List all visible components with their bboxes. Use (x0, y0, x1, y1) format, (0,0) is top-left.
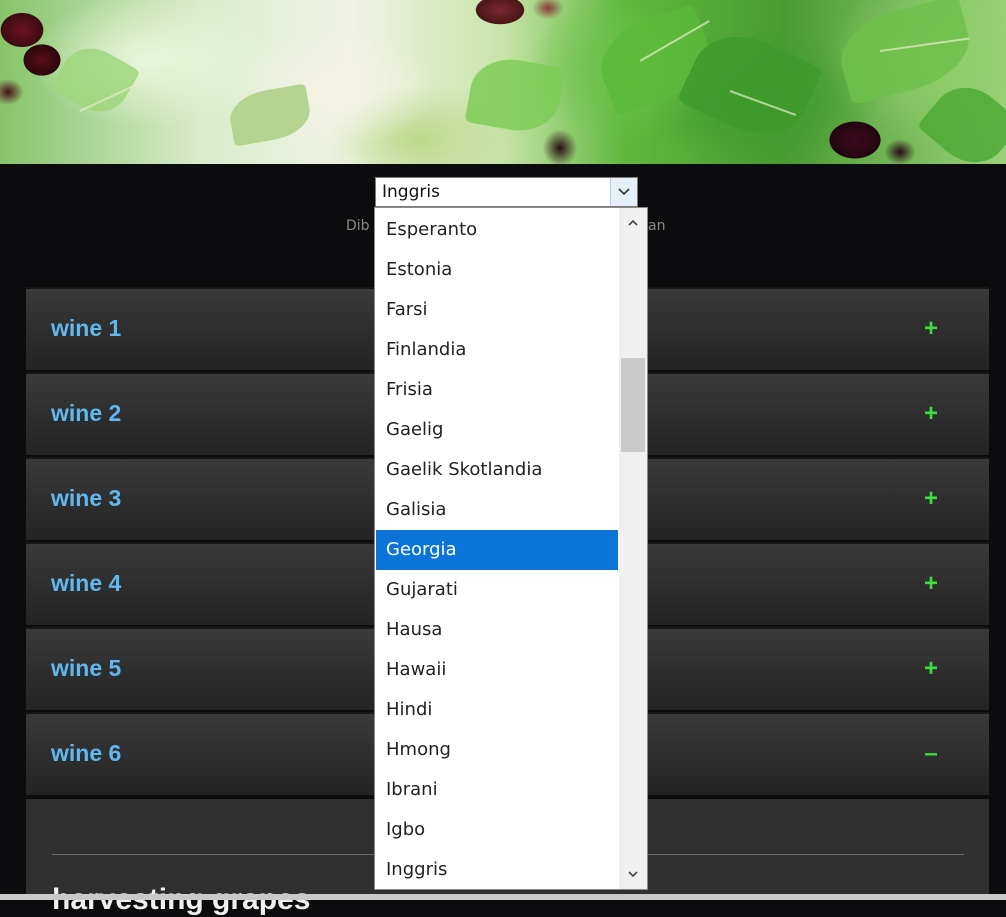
dropdown-scrollbar[interactable] (619, 208, 647, 889)
language-option-gaelig[interactable]: Gaelig (376, 410, 618, 450)
language-option-farsi[interactable]: Farsi (376, 290, 618, 330)
accordion-title: wine 3 (51, 485, 122, 511)
language-option-hmong[interactable]: Hmong (376, 730, 618, 770)
language-option-esperanto[interactable]: Esperanto (376, 210, 618, 250)
language-option-frisia[interactable]: Frisia (376, 370, 618, 410)
scroll-down-arrow-icon[interactable] (619, 863, 647, 885)
expand-plus-icon[interactable]: + (921, 400, 941, 428)
language-option-hausa[interactable]: Hausa (376, 610, 618, 650)
powered-by-text-end: an (648, 218, 666, 234)
accordion-title: wine 6 (51, 740, 122, 766)
language-option-ibrani[interactable]: Ibrani (376, 770, 618, 810)
language-option-galisia[interactable]: Galisia (376, 490, 618, 530)
language-option-estonia[interactable]: Estonia (376, 250, 618, 290)
expand-plus-icon[interactable]: + (921, 485, 941, 513)
accordion-title: wine 1 (51, 315, 122, 341)
expand-plus-icon[interactable]: + (921, 655, 941, 683)
language-option-hawaii[interactable]: Hawaii (376, 650, 618, 690)
expand-plus-icon[interactable]: + (921, 570, 941, 598)
expand-plus-icon[interactable]: + (921, 315, 941, 343)
language-option-finlandia[interactable]: Finlandia (376, 330, 618, 370)
collapse-minus-icon[interactable]: – (921, 740, 941, 768)
accordion-title: wine 2 (51, 400, 122, 426)
language-option-hindi[interactable]: Hindi (376, 690, 618, 730)
language-dropdown-list[interactable]: Esperanto Estonia Farsi Finlandia Frisia… (374, 207, 648, 890)
scrollbar-thumb[interactable] (621, 358, 645, 452)
language-option-inggris[interactable]: Inggris (376, 850, 618, 889)
powered-by-text-start: Dib (346, 218, 370, 234)
accordion-title: wine 4 (51, 570, 122, 596)
accordion-title: wine 5 (51, 655, 122, 681)
panel-heading: harvesting grapes (52, 883, 310, 917)
window-bottom-edge (0, 894, 1006, 900)
language-select[interactable]: Inggris (375, 177, 638, 207)
language-option-igbo[interactable]: Igbo (376, 810, 618, 850)
scroll-up-arrow-icon[interactable] (619, 212, 647, 234)
language-option-georgia-highlighted[interactable]: Georgia (376, 530, 618, 570)
language-option-gujarati[interactable]: Gujarati (376, 570, 618, 610)
language-select-value: Inggris (382, 182, 440, 202)
chevron-down-icon[interactable] (610, 178, 637, 206)
language-option-gaelik-skotlandia[interactable]: Gaelik Skotlandia (376, 450, 618, 490)
hero-grapevine-image (0, 0, 1006, 164)
